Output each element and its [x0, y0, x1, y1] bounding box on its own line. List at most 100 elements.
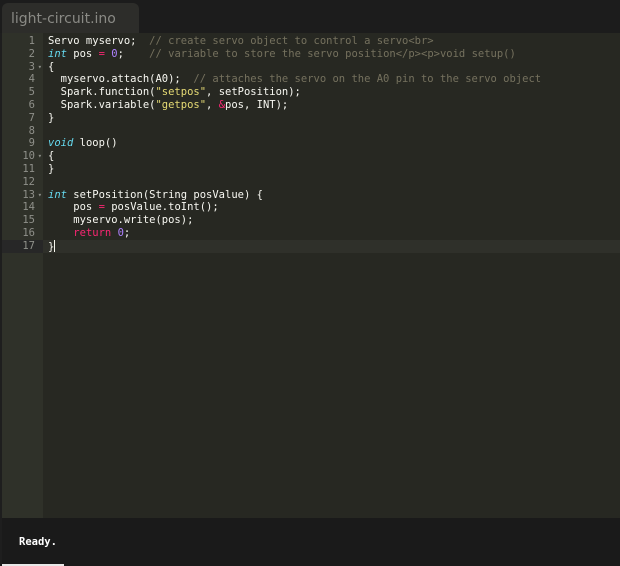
line-number-text: 15 [22, 214, 35, 227]
code-token: int [48, 188, 67, 201]
code-token: pos [66, 47, 99, 60]
code-token: } [48, 163, 55, 175]
code-line[interactable]: 17} [2, 239, 620, 254]
file-tab-label: light-circuit.ino [11, 11, 116, 27]
code-text: { [48, 150, 54, 163]
code-token: int [48, 47, 67, 60]
code-token: // attaches the servo on the A0 pin to t… [193, 73, 542, 86]
text-cursor [54, 239, 56, 252]
code-line[interactable]: 15 myservo.write(pos); [2, 214, 620, 227]
code-line[interactable]: 7} [2, 112, 620, 125]
fold-arrow-icon[interactable]: ▾ [38, 150, 42, 163]
code-line[interactable]: 10 ▾ { [2, 150, 620, 163]
code-token: posValue.toInt(); [104, 201, 219, 214]
code-text: { [48, 61, 54, 74]
line-number-text: 6 [28, 99, 35, 111]
code-text: return 0; [48, 227, 130, 240]
code-text: int setPosition(String posValue) { [48, 189, 263, 202]
line-number-text: 3 [28, 60, 35, 73]
code-token: , [206, 99, 219, 111]
line-number-text: 7 [28, 111, 35, 124]
line-number: 8 [2, 125, 43, 138]
code-text: int pos = 0; // variable to store the se… [48, 48, 516, 61]
code-token: } [48, 111, 55, 124]
code-text: Spark.function("setpos", setPosition); [48, 86, 301, 99]
line-number-text: 10 [22, 150, 35, 163]
code-text: } [48, 163, 54, 176]
line-number: 17 [2, 239, 43, 253]
line-number: 16 [2, 227, 43, 240]
code-text: } [48, 239, 56, 254]
line-number-text: 13 [22, 188, 35, 201]
code-text: } [48, 112, 54, 125]
line-number: 10 ▾ [2, 150, 43, 163]
code-token: { [48, 150, 55, 163]
line-number: 3 ▾ [2, 61, 43, 74]
code-line[interactable]: 8 [2, 125, 620, 138]
code-line[interactable]: 16 return 0; [2, 227, 620, 240]
code-token: loop() [73, 137, 118, 150]
code-token: "setpos" [155, 86, 207, 99]
line-number: 11 [2, 163, 43, 176]
code-token: return [73, 227, 112, 239]
line-number-text: 8 [28, 124, 35, 137]
line-number-text: 14 [22, 201, 35, 214]
line-number-text: 16 [22, 227, 35, 239]
fold-arrow-icon[interactable]: ▾ [38, 61, 42, 74]
line-number: 1 [2, 35, 43, 48]
line-number: 14 [2, 201, 43, 214]
code-token: setPosition(String posValue) { [66, 188, 263, 201]
line-number: 13 ▾ [2, 189, 43, 202]
code-line[interactable]: 11} [2, 163, 620, 176]
line-number: 9 [2, 137, 43, 150]
code-editor[interactable]: 1 Servo myservo; // create servo object t… [2, 33, 620, 518]
code-token: Spark.variable( [48, 99, 156, 111]
line-number-text: 2 [28, 47, 35, 60]
line-number: 12 [2, 176, 43, 189]
code-token: "getpos" [155, 99, 207, 111]
code-line[interactable]: 1 Servo myservo; // create servo object t… [2, 35, 620, 48]
tab-bar: light-circuit.ino [0, 0, 620, 33]
code-line[interactable]: 9 void loop() [2, 137, 620, 150]
line-number: 15 [2, 214, 43, 227]
code-token: // variable to store the servo position<… [149, 47, 516, 60]
fold-arrow-icon[interactable]: ▾ [38, 189, 42, 202]
code-text: myservo.attach(A0); // attaches the serv… [48, 73, 541, 86]
line-number-text: 5 [28, 86, 35, 99]
code-token: Servo myservo; [48, 35, 150, 47]
code-token: Spark.function( [48, 86, 156, 99]
code-text: pos = posValue.toInt(); [48, 201, 219, 214]
code-text: void loop() [48, 137, 118, 150]
line-number-text: 12 [22, 175, 35, 188]
code-text: Servo myservo; // create servo object to… [48, 35, 434, 48]
line-number: 4 [2, 73, 43, 86]
file-tab[interactable]: light-circuit.ino [2, 3, 139, 33]
line-number-text: 1 [28, 35, 35, 47]
line-number: 5 [2, 86, 43, 99]
code-line[interactable]: 2 int pos = 0; // variable to store the s… [2, 48, 620, 61]
code-token: myservo.attach(A0); [48, 73, 194, 86]
code-line[interactable]: 3 ▾ { [2, 61, 620, 74]
code-text: myservo.write(pos); [48, 214, 193, 227]
code-line[interactable]: 4 myservo.attach(A0); // attaches the se… [2, 73, 620, 86]
code-token: pos, INT); [225, 99, 289, 111]
line-number: 2 [2, 48, 43, 61]
line-number-text: 17 [22, 239, 35, 252]
code-token: pos [48, 201, 99, 214]
code-line[interactable]: 5 Spark.function("setpos", setPosition); [2, 86, 620, 99]
code-line[interactable]: 14 pos = posValue.toInt(); [2, 201, 620, 214]
code-token: ; [117, 47, 150, 60]
code-line[interactable]: 13 ▾ int setPosition(String posValue) { [2, 189, 620, 202]
status-bar: Ready. [2, 518, 620, 566]
line-number-text: 11 [22, 163, 35, 175]
code-token: void [48, 137, 74, 150]
code-token: , setPosition); [206, 86, 301, 99]
code-text: Spark.variable("getpos", &pos, INT); [48, 99, 289, 112]
line-number: 6 [2, 99, 43, 112]
code-token: // create servo object to control a serv… [149, 35, 434, 47]
status-text: Ready. [19, 536, 57, 548]
line-number-text: 9 [28, 137, 35, 150]
code-line[interactable]: 6 Spark.variable("getpos", &pos, INT); [2, 99, 620, 112]
code-line[interactable]: 12 [2, 176, 620, 189]
